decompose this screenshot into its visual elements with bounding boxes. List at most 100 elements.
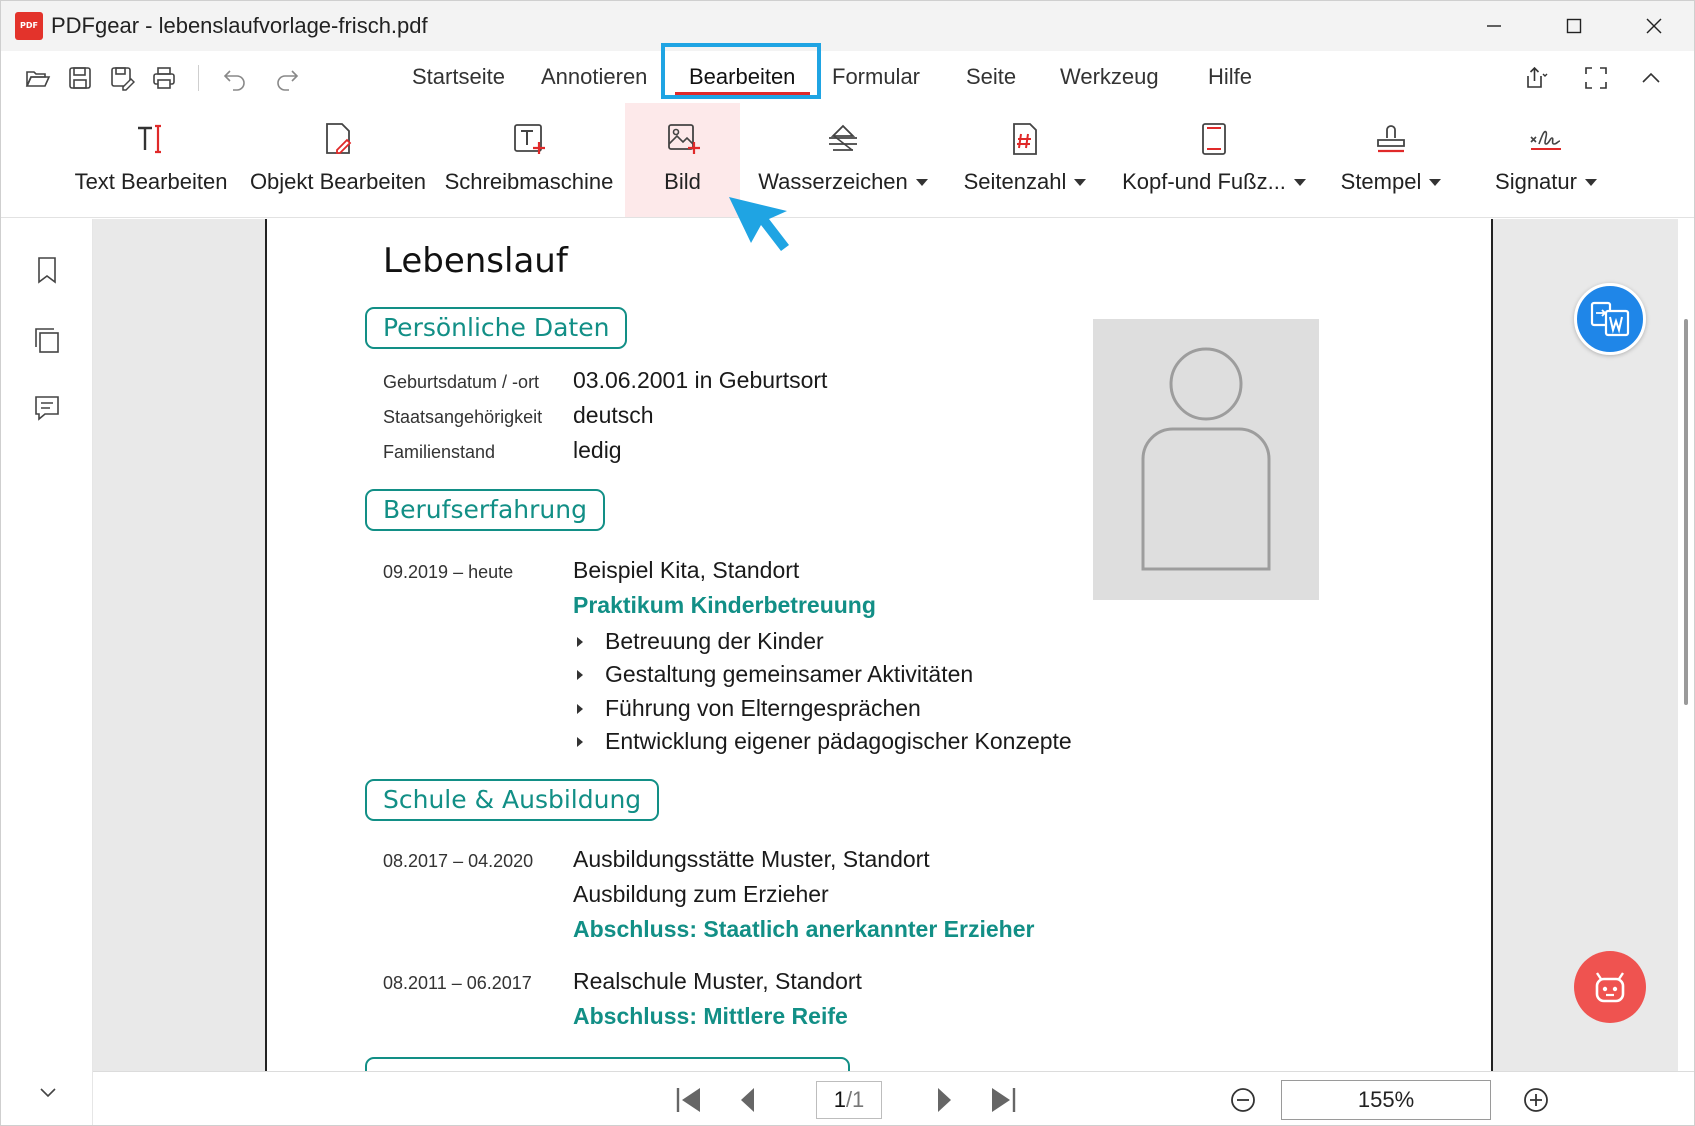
fullscreen-button[interactable]: [1579, 63, 1613, 93]
next-page-button[interactable]: [925, 1082, 961, 1118]
education-place-2: Realschule Muster, Standort: [573, 968, 862, 994]
education-detail-1: Ausbildung zum Erzieher: [573, 881, 829, 907]
page-number-label: Seitenzahl: [964, 169, 1087, 195]
share-button[interactable]: [1519, 63, 1553, 93]
tab-annotieren[interactable]: Annotieren: [541, 61, 647, 93]
first-page-button[interactable]: [671, 1082, 707, 1118]
pdfgear-window: PDF PDFgear - lebenslaufvorlage-frisch.p…: [0, 0, 1695, 1126]
previous-page-button[interactable]: [731, 1082, 767, 1118]
undo-button[interactable]: [220, 63, 250, 93]
pdf-page[interactable]: Lebenslauf Persönliche Daten Geburtsdatu…: [265, 219, 1493, 1071]
label-nationality: Staatsangehörigkeit: [383, 407, 543, 427]
sidebar-expand-button[interactable]: [31, 1075, 65, 1109]
last-page-icon: [992, 1088, 1016, 1112]
share-icon: [1527, 66, 1548, 88]
left-sidebar: [1, 219, 93, 1125]
document-title: Lebenslauf: [383, 241, 568, 281]
watermark-icon: [829, 124, 857, 151]
stamp-button[interactable]: Stempel: [1329, 103, 1453, 217]
watermark-text: Wasserzeichen: [758, 169, 908, 194]
save-as-icon: [111, 67, 135, 91]
close-button[interactable]: [1614, 1, 1694, 51]
page-navigation-bar: 1/1 155%: [93, 1071, 1694, 1125]
education-result-1: Abschluss: Staatlich anerkannter Erziehe…: [573, 916, 1035, 942]
maximize-button[interactable]: [1534, 1, 1614, 51]
tab-werkzeug[interactable]: Werkzeug: [1060, 61, 1159, 93]
bullet-triangle-icon: [577, 636, 583, 647]
zoom-level-input[interactable]: 155%: [1281, 1080, 1491, 1120]
logo-text: PDF: [20, 21, 38, 30]
comments-button[interactable]: [30, 391, 64, 425]
section-heading-experience: Berufserfahrung: [365, 489, 605, 531]
chevron-up-icon: [1642, 72, 1660, 83]
toolbar-separator: [198, 65, 199, 91]
header-footer-icon: [1202, 123, 1226, 155]
minimize-icon: [1487, 25, 1501, 27]
list-item: Betreuung der Kinder: [577, 628, 824, 655]
value-birthdate: 03.06.2001 in Geburtsort: [573, 367, 828, 393]
tab-hilfe[interactable]: Hilfe: [1208, 61, 1252, 93]
open-file-button[interactable]: [23, 63, 53, 93]
ai-assistant-button[interactable]: [1574, 951, 1646, 1023]
vertical-scrollbar[interactable]: [1684, 319, 1688, 705]
stamp-icon: [1377, 125, 1405, 153]
convert-to-word-button[interactable]: [1574, 283, 1646, 355]
tab-startseite[interactable]: Startseite: [412, 61, 505, 93]
chevron-down-icon: [1293, 178, 1306, 186]
window-controls: [1454, 1, 1694, 51]
image-add-icon: [667, 124, 700, 154]
document-viewer[interactable]: Lebenslauf Persönliche Daten Geburtsdatu…: [93, 219, 1678, 1071]
section-heading-next: [365, 1057, 850, 1071]
title-bar: PDF PDFgear - lebenslaufvorlage-frisch.p…: [1, 1, 1694, 51]
list-item: Gestaltung gemeinsamer Aktivitäten: [577, 661, 973, 688]
fullscreen-icon: [1585, 67, 1607, 89]
text-edit-button[interactable]: Text Bearbeiten: [65, 103, 237, 217]
tab-formular[interactable]: Formular: [832, 61, 920, 93]
typewriter-button[interactable]: Schreibmaschine: [441, 103, 617, 217]
save-button[interactable]: [65, 63, 95, 93]
experience-period: 09.2019 – heute: [383, 562, 514, 582]
tab-seite[interactable]: Seite: [966, 61, 1016, 93]
label-birthdate: Geburtsdatum / -ort: [383, 372, 540, 392]
image-button[interactable]: Bild: [625, 103, 740, 217]
signature-button[interactable]: Signatur: [1477, 103, 1615, 217]
page-number-input[interactable]: 1/1: [816, 1081, 882, 1119]
next-page-icon: [938, 1088, 951, 1112]
section-heading-personal: Persönliche Daten: [365, 307, 628, 349]
redo-button[interactable]: [272, 63, 302, 93]
bullet-triangle-icon: [577, 703, 583, 714]
zoom-in-button[interactable]: [1518, 1082, 1554, 1118]
watermark-label: Wasserzeichen: [758, 169, 928, 195]
zoom-out-button[interactable]: [1225, 1082, 1261, 1118]
list-item-text: Betreuung der Kinder: [605, 628, 824, 654]
last-page-button[interactable]: [985, 1082, 1021, 1118]
print-button[interactable]: [149, 63, 179, 93]
education-period-2: 08.2011 – 06.2017: [383, 973, 532, 993]
object-edit-button[interactable]: Objekt Bearbeiten: [245, 103, 431, 217]
education-period-1: 08.2017 – 04.2020: [383, 851, 534, 871]
minimize-button[interactable]: [1454, 1, 1534, 51]
experience-role: Praktikum Kinderbetreuung: [573, 592, 876, 618]
first-page-icon: [676, 1088, 700, 1112]
edit-ribbon: Text Bearbeiten Objekt Bearbeiten Schrei…: [1, 103, 1694, 218]
chevron-down-icon: [915, 178, 928, 186]
list-item: Entwicklung eigener pädagogischer Konzep…: [577, 728, 1072, 755]
experience-place: Beispiel Kita, Standort: [573, 557, 800, 583]
signature-icon: [1530, 130, 1561, 150]
list-item-text: Gestaltung gemeinsamer Aktivitäten: [605, 661, 974, 687]
chevron-down-icon: [1074, 178, 1087, 186]
window-title: PDFgear - lebenslaufvorlage-frisch.pdf: [51, 13, 428, 38]
image-label: Bild: [664, 169, 701, 194]
header-footer-text: Kopf-und Fußz...: [1122, 169, 1286, 194]
comment-icon: [35, 396, 59, 421]
save-as-button[interactable]: [107, 63, 137, 93]
text-edit-label: Text Bearbeiten: [74, 169, 228, 194]
header-footer-button[interactable]: Kopf-und Fußz...: [1115, 103, 1313, 217]
thumbnails-button[interactable]: [30, 323, 64, 357]
page-number-button[interactable]: Seitenzahl: [955, 103, 1095, 217]
chevron-down-icon: [1584, 178, 1597, 186]
bookmarks-button[interactable]: [30, 253, 64, 287]
list-item: Führung von Elterngesprächen: [577, 695, 921, 722]
collapse-ribbon-button[interactable]: [1634, 63, 1668, 93]
maximize-icon: [1566, 18, 1582, 34]
